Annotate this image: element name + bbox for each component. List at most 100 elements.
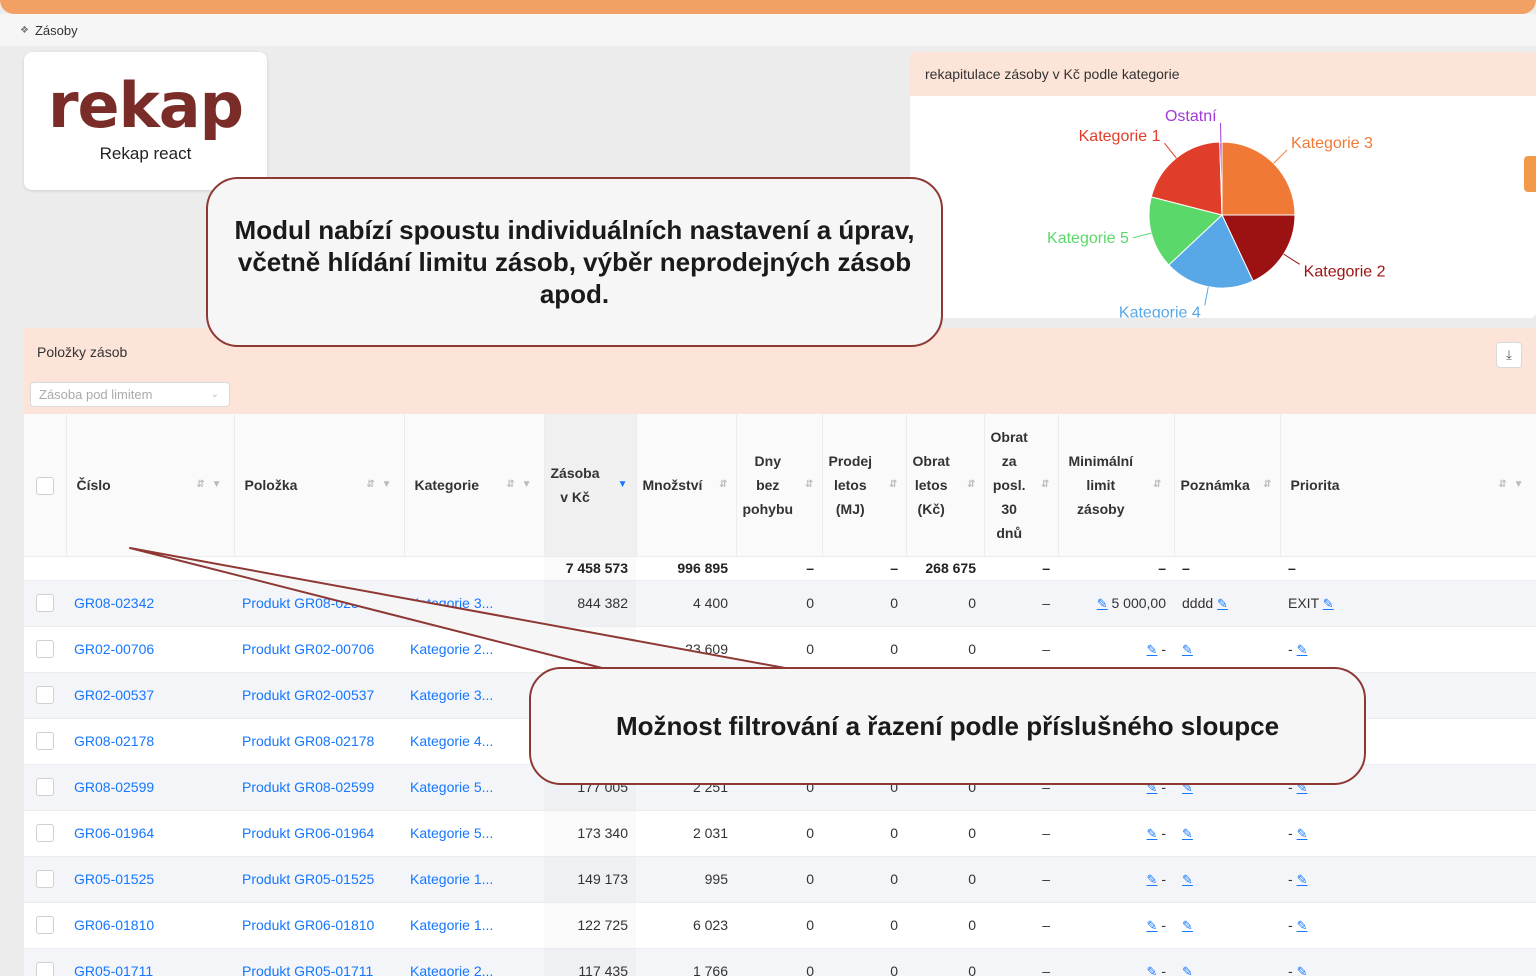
col-mnozstvi[interactable]: Množství ⇵ xyxy=(636,414,737,557)
item-category-link[interactable]: Kategorie 1... xyxy=(410,871,493,887)
item-number-link[interactable]: GR02-00537 xyxy=(74,687,154,703)
item-category-link[interactable]: Kategorie 4... xyxy=(410,733,493,749)
pencil-icon[interactable]: ✎ xyxy=(1097,596,1108,611)
row-checkbox[interactable] xyxy=(36,594,54,613)
item-number-link[interactable]: GR02-00706 xyxy=(74,641,154,657)
item-category-link[interactable]: Kategorie 2... xyxy=(410,963,493,976)
pencil-icon[interactable]: ✎ xyxy=(1147,964,1158,976)
sort-filter-icon[interactable]: ⇵ ▼ xyxy=(1498,473,1525,497)
item-number-link[interactable]: GR06-01810 xyxy=(74,917,154,933)
pencil-icon[interactable]: ✎ xyxy=(1147,872,1158,887)
cell-limit[interactable]: ✎ - xyxy=(1058,856,1174,903)
item-number-link[interactable]: GR08-02599 xyxy=(74,779,154,795)
col-dny[interactable]: Dny bez pohybu ⇵ xyxy=(736,414,823,557)
pencil-icon[interactable]: ✎ xyxy=(1182,964,1193,976)
cell-limit[interactable]: ✎ 5 000,00 xyxy=(1058,580,1174,627)
item-name-link[interactable]: Produkt GR08-02342 xyxy=(242,595,374,611)
item-name-link[interactable]: Produkt GR08-02178 xyxy=(242,733,374,749)
cell-poznamka[interactable]: ✎ xyxy=(1174,626,1280,673)
item-name-link[interactable]: Produkt GR05-01711 xyxy=(242,963,373,976)
sort-desc-icon[interactable]: ▼ xyxy=(618,473,630,497)
col-poznamka[interactable]: Poznámka ⇵ xyxy=(1174,414,1281,557)
download-button[interactable]: ⤓ xyxy=(1496,342,1522,368)
row-checkbox[interactable] xyxy=(36,962,54,976)
pencil-icon[interactable]: ✎ xyxy=(1182,872,1193,887)
row-checkbox[interactable] xyxy=(36,916,54,935)
row-checkbox[interactable] xyxy=(36,640,54,659)
col-priorita[interactable]: Priorita ⇵ ▼ xyxy=(1280,414,1536,557)
pencil-icon[interactable]: ✎ xyxy=(1297,642,1308,657)
item-name-link[interactable]: Produkt GR06-01964 xyxy=(242,825,374,841)
item-category-link[interactable]: Kategorie 5... xyxy=(410,825,493,841)
sort-icon[interactable]: ⇵ xyxy=(1041,473,1051,497)
cell-poznamka[interactable]: ✎ xyxy=(1174,856,1280,903)
sort-filter-icon[interactable]: ⇵ ▼ xyxy=(366,473,393,497)
table-row[interactable]: GR02-00706 Produkt GR02-00706 Kategorie 2.… xyxy=(24,626,1536,673)
sort-icon[interactable]: ⇵ xyxy=(719,473,729,497)
row-checkbox[interactable] xyxy=(36,732,54,751)
col-kategorie[interactable]: Kategorie ⇵ ▼ xyxy=(404,414,545,557)
cell-priorita[interactable]: - ✎ xyxy=(1280,626,1536,673)
cell-limit[interactable]: ✎ - xyxy=(1058,810,1174,857)
cell-priorita[interactable]: EXIT ✎ xyxy=(1280,580,1536,627)
item-number-link[interactable]: GR06-01964 xyxy=(74,825,154,841)
cell-limit[interactable]: ✎ - xyxy=(1058,902,1174,949)
cell-poznamka[interactable]: ✎ xyxy=(1174,902,1280,949)
sort-icon[interactable]: ⇵ xyxy=(1153,473,1163,497)
row-checkbox[interactable] xyxy=(36,824,54,843)
item-category-link[interactable]: Kategorie 1... xyxy=(410,917,493,933)
cell-priorita[interactable]: - ✎ xyxy=(1280,856,1536,903)
item-category-link[interactable]: Kategorie 3... xyxy=(410,595,493,611)
col-limit[interactable]: Minimální limit zásoby ⇵ xyxy=(1058,414,1175,557)
col-cislo[interactable]: Číslo ⇵ ▼ xyxy=(66,414,235,557)
table-row[interactable]: GR06-01964 Produkt GR06-01964 Kategorie 5.… xyxy=(24,810,1536,857)
item-name-link[interactable]: Produkt GR02-00537 xyxy=(242,687,374,703)
pencil-icon[interactable]: ✎ xyxy=(1297,826,1308,841)
pencil-icon[interactable]: ✎ xyxy=(1323,596,1334,611)
item-name-link[interactable]: Produkt GR02-00706 xyxy=(242,641,374,657)
item-number-link[interactable]: GR05-01711 xyxy=(74,963,153,976)
pencil-icon[interactable]: ✎ xyxy=(1217,596,1228,611)
item-name-link[interactable]: Produkt GR08-02599 xyxy=(242,779,374,795)
sort-icon[interactable]: ⇵ xyxy=(805,473,815,497)
item-category-link[interactable]: Kategorie 5... xyxy=(410,779,493,795)
col-polozka[interactable]: Položka ⇵ ▼ xyxy=(234,414,405,557)
row-checkbox[interactable] xyxy=(36,778,54,797)
col-zasoba[interactable]: Zásoba v Kč ▼ xyxy=(544,414,637,557)
cell-poznamka[interactable]: dddd ✎ xyxy=(1174,580,1280,627)
chart-side-button[interactable] xyxy=(1524,156,1536,192)
pencil-icon[interactable]: ✎ xyxy=(1182,642,1193,657)
col-obrat30[interactable]: Obrat za posl. 30 dnů ⇵ xyxy=(984,414,1059,557)
pencil-icon[interactable]: ✎ xyxy=(1297,964,1308,976)
pencil-icon[interactable]: ✎ xyxy=(1147,826,1158,841)
sort-icon[interactable]: ⇵ xyxy=(967,473,977,497)
item-name-link[interactable]: Produkt GR06-01810 xyxy=(242,917,374,933)
col-prodej[interactable]: Prodej letos (MJ) ⇵ xyxy=(822,414,907,557)
item-number-link[interactable]: GR05-01525 xyxy=(74,871,154,887)
item-name-link[interactable]: Produkt GR05-01525 xyxy=(242,871,374,887)
cell-priorita[interactable]: - ✎ xyxy=(1280,902,1536,949)
sort-filter-icon[interactable]: ⇵ ▼ xyxy=(196,473,223,497)
sort-icon[interactable]: ⇵ xyxy=(1263,473,1273,497)
cell-limit[interactable]: ✎ - xyxy=(1058,948,1174,976)
cell-poznamka[interactable]: ✎ xyxy=(1174,810,1280,857)
item-number-link[interactable]: GR08-02178 xyxy=(74,733,154,749)
filter-select[interactable]: Zásoba pod limitem ⌄ xyxy=(30,382,230,407)
pencil-icon[interactable]: ✎ xyxy=(1147,918,1158,933)
breadcrumb-label[interactable]: Zásoby xyxy=(35,23,78,38)
table-row[interactable]: GR05-01525 Produkt GR05-01525 Kategorie 1.… xyxy=(24,856,1536,903)
cell-limit[interactable]: ✎ - xyxy=(1058,626,1174,673)
select-all-checkbox[interactable] xyxy=(35,477,54,496)
table-row[interactable]: GR06-01810 Produkt GR06-01810 Kategorie 1.… xyxy=(24,902,1536,949)
cell-priorita[interactable]: - ✎ xyxy=(1280,810,1536,857)
home-icon[interactable]: ❖ xyxy=(20,25,29,36)
pencil-icon[interactable]: ✎ xyxy=(1297,918,1308,933)
sort-filter-icon[interactable]: ⇵ ▼ xyxy=(506,473,533,497)
pencil-icon[interactable]: ✎ xyxy=(1182,918,1193,933)
sort-icon[interactable]: ⇵ xyxy=(889,473,899,497)
item-number-link[interactable]: GR08-02342 xyxy=(74,595,154,611)
pencil-icon[interactable]: ✎ xyxy=(1147,642,1158,657)
row-checkbox[interactable] xyxy=(36,870,54,889)
row-checkbox[interactable] xyxy=(36,686,54,705)
pencil-icon[interactable]: ✎ xyxy=(1182,826,1193,841)
